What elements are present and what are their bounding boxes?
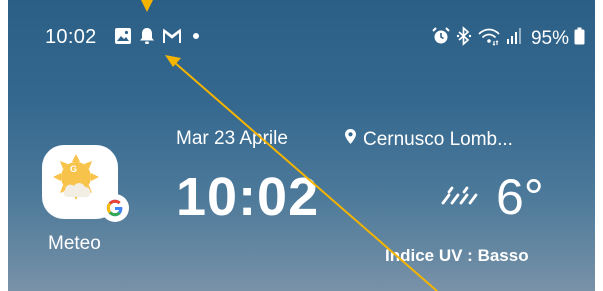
widget-date[interactable]: Mar 23 Aprile (176, 128, 288, 150)
bell-icon (139, 27, 155, 50)
gallery-icon (114, 27, 132, 50)
app-label: Meteo (48, 233, 101, 254)
weather-current[interactable]: 6° (440, 168, 544, 226)
home-screen: 10:02 95% G Meteo Mar 23 Aprile 10:02 Ce… (8, 0, 595, 291)
alarm-icon (431, 26, 451, 52)
cell-signal-icon (506, 27, 522, 51)
app-meteo[interactable]: G Meteo (42, 145, 129, 255)
location-pin-icon (344, 128, 357, 151)
bluetooth-icon (456, 26, 472, 52)
uv-index: Indice UV : Basso (385, 246, 529, 265)
wifi-icon (477, 26, 501, 52)
battery-icon (574, 27, 585, 51)
system-icons: 95% (431, 26, 585, 52)
svg-text:G: G (70, 164, 77, 174)
widget-location[interactable]: Cernusco Lomb... (344, 128, 513, 151)
status-bar[interactable]: 10:02 95% (8, 0, 595, 80)
rain-icon (440, 183, 478, 212)
widget-clock[interactable]: 10:02 (176, 166, 319, 228)
gmail-icon (162, 28, 182, 49)
notification-icons (114, 27, 203, 50)
notification-dot-icon (189, 29, 203, 48)
battery-percent: 95% (530, 28, 569, 49)
weather-temperature: 6° (496, 169, 544, 225)
location-label: Cernusco Lomb... (363, 128, 513, 150)
google-badge-icon (101, 194, 129, 222)
status-time: 10:02 (45, 26, 97, 48)
